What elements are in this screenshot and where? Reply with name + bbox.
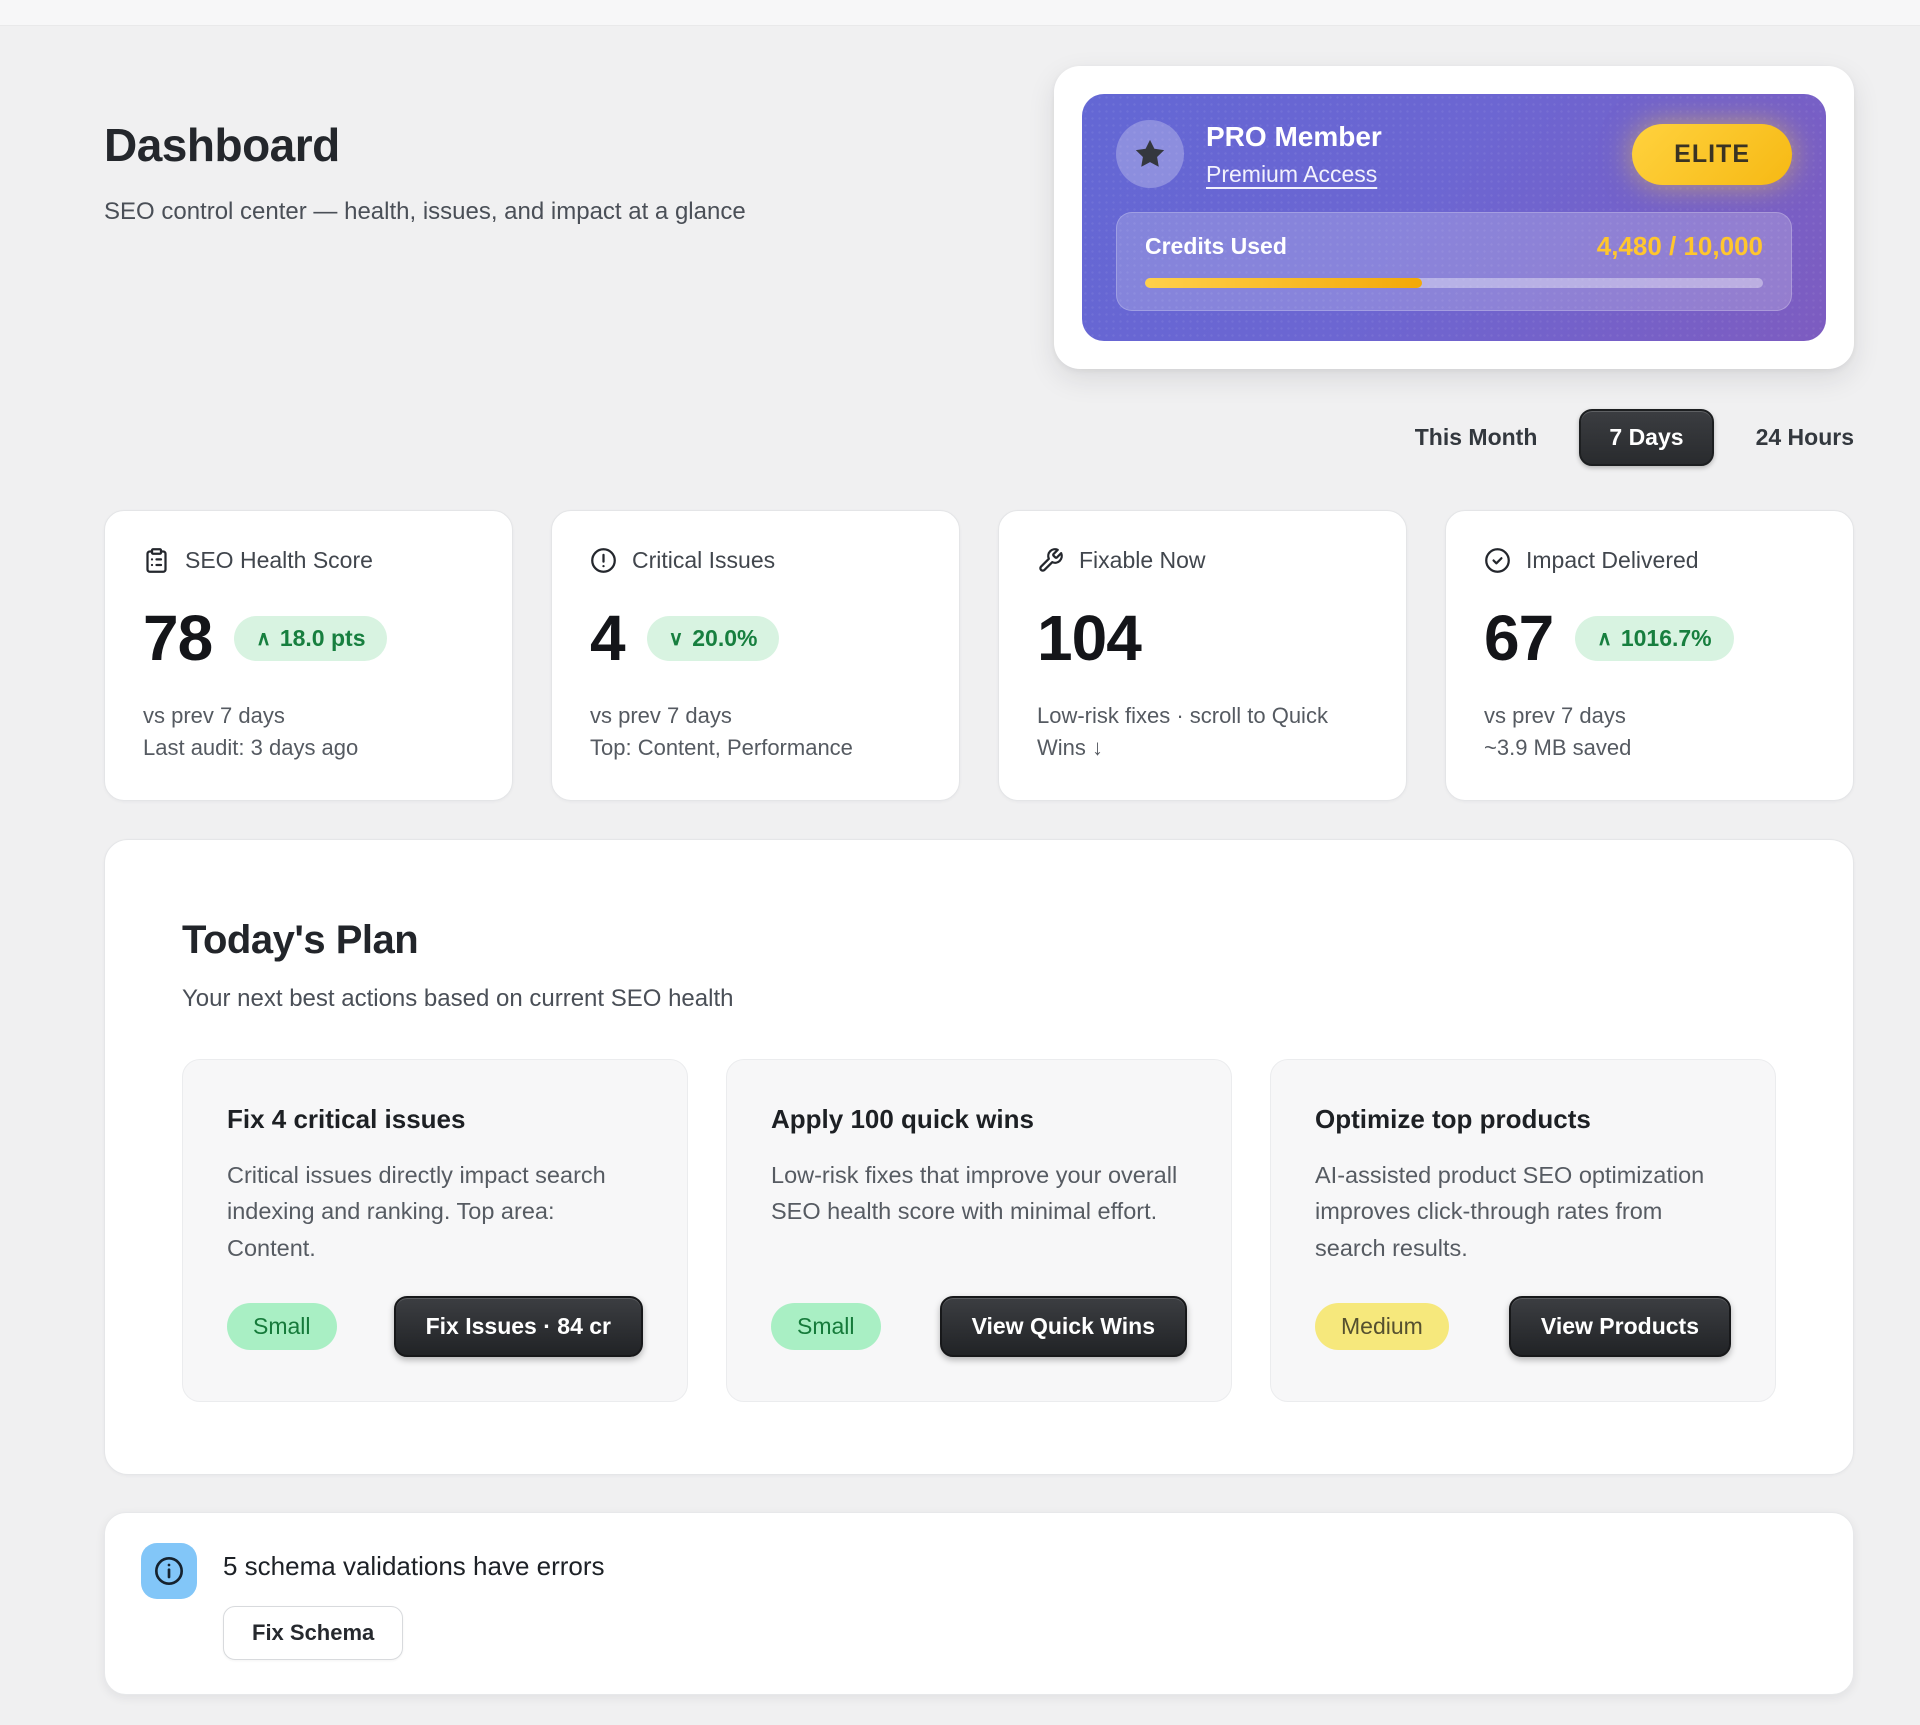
time-filter: This Month 7 Days 24 Hours xyxy=(104,409,1854,466)
view-products-button[interactable]: View Products xyxy=(1509,1296,1731,1357)
trend-up-icon: ∧ xyxy=(256,626,271,651)
effort-badge: Small xyxy=(227,1303,337,1350)
fix-issues-button[interactable]: Fix Issues · 84 cr xyxy=(394,1296,643,1357)
trend-text: 20.0% xyxy=(692,625,757,652)
membership-card: PRO Member Premium Access ELITE Credits … xyxy=(1054,66,1854,369)
plan-card-quick-wins: Apply 100 quick wins Low-risk fixes that… xyxy=(726,1059,1232,1402)
stat-card-critical-issues: Critical Issues 4 ∨ 20.0% vs prev 7 days… xyxy=(551,510,960,801)
effort-badge: Small xyxy=(771,1303,881,1350)
stat-footnote: vs prev 7 days ~3.9 MB saved xyxy=(1484,700,1815,764)
elite-tier-badge: ELITE xyxy=(1632,124,1792,185)
wrench-icon xyxy=(1037,547,1064,574)
stat-card-impact-delivered: Impact Delivered 67 ∧ 1016.7% vs prev 7 … xyxy=(1445,510,1854,801)
star-icon xyxy=(1133,137,1167,171)
dashboard-page: Dashboard SEO control center — health, i… xyxy=(0,26,1920,1725)
trend-badge: ∧ 18.0 pts xyxy=(234,616,387,661)
stat-value: 67 xyxy=(1484,606,1553,670)
plan-card-fix-critical-issues: Fix 4 critical issues Critical issues di… xyxy=(182,1059,688,1402)
credits-value: 4,480 / 10,000 xyxy=(1597,231,1763,262)
plan-title: Today's Plan xyxy=(182,918,1776,963)
stat-line: vs prev 7 days xyxy=(143,700,474,732)
credits-label: Credits Used xyxy=(1145,233,1287,260)
stat-label: Impact Delivered xyxy=(1526,547,1699,574)
effort-badge: Medium xyxy=(1315,1303,1449,1350)
trend-text: 18.0 pts xyxy=(280,625,366,652)
stat-line: vs prev 7 days xyxy=(1484,700,1815,732)
credits-progress-fill xyxy=(1145,278,1422,288)
check-circle-icon xyxy=(1484,547,1511,574)
filter-24-hours[interactable]: 24 Hours xyxy=(1756,424,1854,451)
filter-7-days[interactable]: 7 Days xyxy=(1579,409,1713,466)
plan-card-optimize-products: Optimize top products AI-assisted produc… xyxy=(1270,1059,1776,1402)
membership-header: PRO Member Premium Access ELITE xyxy=(1116,120,1792,188)
page-title: Dashboard xyxy=(104,118,746,172)
alert-icon-box xyxy=(141,1543,197,1599)
stat-line: vs prev 7 days xyxy=(590,700,921,732)
plan-cards-row: Fix 4 critical issues Critical issues di… xyxy=(182,1059,1776,1402)
trend-text: 1016.7% xyxy=(1621,625,1712,652)
member-title: PRO Member xyxy=(1206,121,1610,153)
stat-line: Low-risk fixes · scroll to Quick Wins ↓ xyxy=(1037,700,1368,764)
alert-body: 5 schema validations have errors Fix Sch… xyxy=(223,1543,605,1660)
trend-down-icon: ∨ xyxy=(669,626,684,651)
stat-card-fixable-now: Fixable Now 104 Low-risk fixes · scroll … xyxy=(998,510,1407,801)
stat-label: Critical Issues xyxy=(632,547,775,574)
top-border-strip xyxy=(0,0,1920,26)
trend-up-icon: ∧ xyxy=(1597,626,1612,651)
stat-label: Fixable Now xyxy=(1079,547,1206,574)
fix-schema-button[interactable]: Fix Schema xyxy=(223,1606,403,1660)
plan-card-title: Fix 4 critical issues xyxy=(227,1104,643,1135)
clipboard-icon xyxy=(143,547,170,574)
todays-plan-section: Today's Plan Your next best actions base… xyxy=(104,839,1854,1475)
credits-progress-track xyxy=(1145,278,1763,288)
credits-panel: Credits Used 4,480 / 10,000 xyxy=(1116,212,1792,311)
stat-footnote: Low-risk fixes · scroll to Quick Wins ↓ xyxy=(1037,700,1368,764)
plan-card-description: AI-assisted product SEO optimization imp… xyxy=(1315,1157,1731,1266)
schema-alert-card: 5 schema validations have errors Fix Sch… xyxy=(104,1512,1854,1695)
title-block: Dashboard SEO control center — health, i… xyxy=(104,118,746,226)
stat-value: 104 xyxy=(1037,606,1141,670)
page-subtitle: SEO control center — health, issues, and… xyxy=(104,198,746,226)
plan-card-description: Low-risk fixes that improve your overall… xyxy=(771,1157,1187,1230)
view-quick-wins-button[interactable]: View Quick Wins xyxy=(940,1296,1187,1357)
member-texts: PRO Member Premium Access xyxy=(1206,121,1610,188)
stat-line: Top: Content, Performance xyxy=(590,732,921,764)
plan-card-title: Optimize top products xyxy=(1315,1104,1731,1135)
member-avatar xyxy=(1116,120,1184,188)
stat-line: Last audit: 3 days ago xyxy=(143,732,474,764)
plan-subtitle: Your next best actions based on current … xyxy=(182,985,1776,1013)
filter-this-month[interactable]: This Month xyxy=(1415,424,1538,451)
plan-card-description: Critical issues directly impact search i… xyxy=(227,1157,643,1266)
stat-footnote: vs prev 7 days Top: Content, Performance xyxy=(590,700,921,764)
info-icon xyxy=(153,1555,185,1587)
stat-value: 78 xyxy=(143,606,212,670)
trend-badge: ∨ 20.0% xyxy=(647,616,780,661)
premium-access-link[interactable]: Premium Access xyxy=(1206,161,1377,188)
alert-circle-icon xyxy=(590,547,617,574)
trend-badge: ∧ 1016.7% xyxy=(1575,616,1733,661)
header-row: Dashboard SEO control center — health, i… xyxy=(104,66,1854,369)
stat-card-seo-health: SEO Health Score 78 ∧ 18.0 pts vs prev 7… xyxy=(104,510,513,801)
stat-line: ~3.9 MB saved xyxy=(1484,732,1815,764)
membership-card-inner: PRO Member Premium Access ELITE Credits … xyxy=(1082,94,1826,341)
stats-row: SEO Health Score 78 ∧ 18.0 pts vs prev 7… xyxy=(104,510,1854,801)
stat-value: 4 xyxy=(590,606,625,670)
stat-label: SEO Health Score xyxy=(185,547,373,574)
plan-card-title: Apply 100 quick wins xyxy=(771,1104,1187,1135)
alert-message: 5 schema validations have errors xyxy=(223,1551,605,1582)
stat-footnote: vs prev 7 days Last audit: 3 days ago xyxy=(143,700,474,764)
